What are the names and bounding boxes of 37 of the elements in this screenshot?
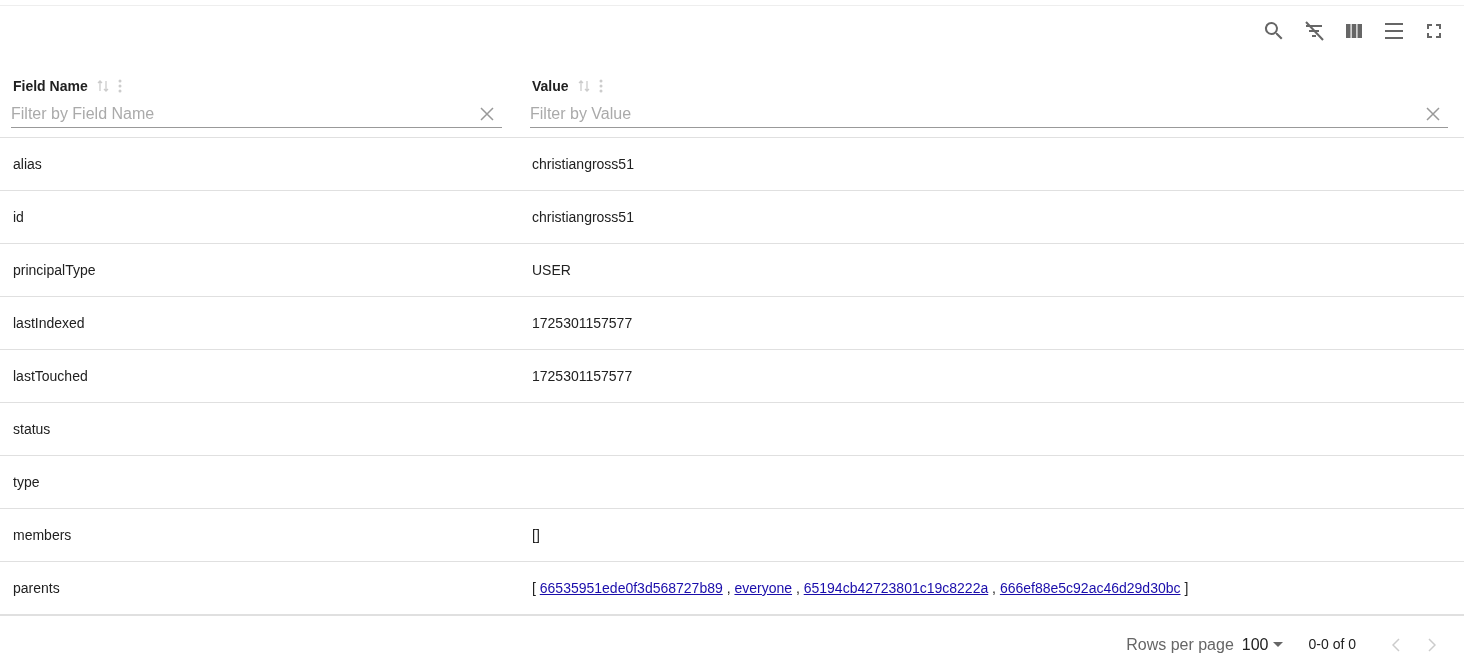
parent-link[interactable]: 666ef88e5c92ac46d29d30bc — [999, 579, 1181, 596]
column-header[interactable]: Field Name — [13, 75, 88, 97]
value-cell: [ 66535951ede0f3d568727b89 , everyone , 65194cb42723801c19c8222a , 666ef88e5c92ac46d29d30bc ] — [532, 579, 1189, 596]
rows-per-page-label: Rows per page — [1126, 634, 1234, 655]
field-name-cell: lastIndexed — [13, 314, 85, 331]
field-name-cell: parents — [13, 579, 60, 596]
sort-icon[interactable] — [576, 79, 591, 93]
sort-icon[interactable] — [95, 79, 110, 93]
filter-field[interactable]: Filter by Field Name — [11, 102, 480, 126]
field-name-cell: members — [13, 526, 72, 543]
column-header[interactable]: Value — [532, 75, 569, 97]
more-vertical-icon[interactable] — [117, 79, 122, 93]
field-name-cell: lastTouched — [13, 367, 88, 384]
field-name-cell: status — [13, 420, 51, 437]
field-name-cell: type — [13, 473, 40, 490]
chevron-right-icon — [1428, 637, 1436, 652]
chevron-left-icon — [1392, 637, 1400, 652]
clear-icon[interactable] — [1426, 107, 1440, 121]
filter-off-icon[interactable] — [1302, 19, 1326, 43]
parent-link[interactable]: everyone — [734, 579, 793, 596]
value-cell: christiangross51 — [532, 208, 634, 225]
value-cell: 1725301157577 — [532, 314, 633, 331]
clear-icon[interactable] — [480, 107, 494, 121]
field-name-cell: principalType — [13, 261, 96, 278]
value-cell: christiangross51 — [532, 155, 634, 172]
field-name-cell: alias — [13, 155, 42, 172]
rows-per-page-select[interactable]: 100 — [1241, 632, 1283, 657]
filter-field[interactable]: Filter by Value — [530, 102, 1426, 126]
more-vertical-icon[interactable] — [598, 79, 603, 93]
parent-link[interactable]: 66535951ede0f3d568727b89 — [539, 579, 723, 596]
value-cell: [] — [532, 526, 540, 543]
value-cell: 1725301157577 — [532, 367, 633, 384]
parent-link[interactable]: 65194cb42723801c19c8222a — [803, 579, 989, 596]
value-cell: USER — [532, 261, 571, 278]
field-name-cell: id — [13, 208, 24, 225]
pagination-range: 0-0 of 0 — [1308, 635, 1356, 654]
dropdown-caret-icon — [1272, 642, 1283, 647]
